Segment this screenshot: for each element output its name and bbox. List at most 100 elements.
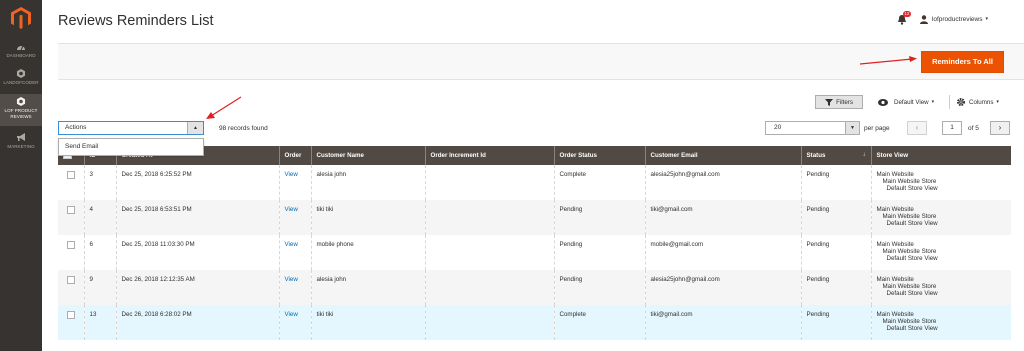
filters-button[interactable]: Filters bbox=[815, 95, 863, 109]
gear-icon bbox=[957, 98, 965, 106]
cell-created-at-text: Dec 26, 2018 12:12:35 AM bbox=[121, 276, 195, 283]
column-header-order[interactable]: Order bbox=[278, 146, 311, 165]
row-checkbox[interactable] bbox=[67, 241, 75, 249]
sidebar-item-landofcoder[interactable]: LANDOFCODER bbox=[0, 69, 42, 91]
page-actions-bar: Reminders To All bbox=[58, 43, 1024, 80]
row-checkbox[interactable] bbox=[67, 206, 75, 214]
store-view-store: Main Website Store bbox=[882, 318, 937, 326]
view-order-link[interactable]: View bbox=[278, 235, 311, 270]
send-email-option[interactable]: Send Email bbox=[65, 143, 98, 150]
table-row[interactable]: 4 Dec 25, 2018 6:53:51 PM View tiki tiki Pen… bbox=[58, 200, 1011, 235]
sidebar-item-dashboard[interactable]: DASHBOARD bbox=[0, 42, 42, 64]
cell-order-increment-id bbox=[424, 165, 554, 200]
chevron-down-icon: ▾ bbox=[985, 16, 988, 22]
cell-id: 4 bbox=[83, 200, 116, 235]
page-number-input[interactable]: 1 bbox=[942, 121, 962, 135]
magento-logo[interactable] bbox=[11, 7, 31, 29]
cell-created-at: Dec 26, 2018 12:12:35 AM bbox=[115, 270, 279, 305]
cell-customer-email: tiki@gmail.com bbox=[644, 200, 801, 235]
cell-created-at: Dec 25, 2018 6:25:52 PM bbox=[115, 165, 279, 200]
cell-customer-email: tiki@gmail.com bbox=[644, 305, 801, 340]
sidebar-item-label: MARKETING bbox=[7, 144, 35, 149]
store-view-default: Default Store View bbox=[886, 185, 938, 193]
store-view-default: Default Store View bbox=[886, 220, 938, 228]
row-select-cell[interactable] bbox=[58, 200, 84, 235]
notifications-button[interactable]: 12 bbox=[897, 10, 911, 25]
next-page-button[interactable]: › bbox=[990, 121, 1010, 135]
chevron-up-icon[interactable]: ▲ bbox=[187, 122, 203, 134]
view-order-link[interactable]: View bbox=[278, 200, 311, 235]
cell-customer-name: alesia john bbox=[310, 165, 425, 200]
cell-status-text: Pending bbox=[806, 241, 830, 248]
cell-store-view: Main Website Main Website Store Default St… bbox=[870, 235, 1011, 270]
cell-order-increment-id bbox=[424, 235, 554, 270]
annotation-arrow bbox=[210, 96, 242, 117]
chevron-down-icon[interactable]: ▼ bbox=[845, 122, 859, 134]
store-view-default: Default Store View bbox=[886, 255, 938, 263]
row-select-cell[interactable] bbox=[58, 235, 84, 270]
view-order-link-text[interactable]: View bbox=[285, 311, 298, 318]
row-checkbox[interactable] bbox=[67, 311, 75, 319]
per-page-select[interactable]: 20 ▼ bbox=[765, 121, 860, 135]
cell-order-status-text: Complete bbox=[559, 171, 586, 178]
records-found: 98 records found bbox=[219, 125, 268, 132]
previous-page-button[interactable]: ‹ bbox=[907, 121, 927, 135]
store-view-store: Main Website Store bbox=[882, 178, 937, 186]
table-row[interactable]: 13 Dec 26, 2018 6:28:02 PM View tiki tiki Co… bbox=[58, 305, 1011, 340]
cell-customer-email: mobile@gmail.com bbox=[644, 235, 801, 270]
sidebar-item-marketing[interactable]: MARKETING bbox=[0, 133, 42, 155]
column-header-order-increment-id[interactable]: Order Increment Id bbox=[424, 146, 554, 165]
view-order-link[interactable]: View bbox=[278, 305, 311, 340]
view-order-link-text[interactable]: View bbox=[285, 276, 298, 283]
cell-customer-name: tiki tiki bbox=[310, 200, 425, 235]
column-header-status-label: Status bbox=[806, 152, 826, 159]
reminders-to-all-button[interactable]: Reminders To All bbox=[921, 51, 1004, 73]
view-order-link-text[interactable]: View bbox=[285, 206, 298, 213]
cell-status: Pending bbox=[800, 305, 871, 340]
row-select-cell[interactable] bbox=[58, 270, 84, 305]
cell-customer-email: alesia25john@gmail.com bbox=[644, 165, 801, 200]
columns-control[interactable]: Columns ▾ bbox=[957, 95, 999, 109]
chevron-down-icon: ▾ bbox=[996, 99, 999, 105]
view-order-link[interactable]: View bbox=[278, 165, 311, 200]
store-view-store: Main Website Store bbox=[882, 213, 937, 221]
table-row[interactable]: 3 Dec 25, 2018 6:25:52 PM View alesia john C… bbox=[58, 165, 1011, 200]
admin-user-bar: 12 lofproductreviews ▾ bbox=[897, 10, 988, 26]
admin-sidebar: DASHBOARD LANDOFCODER LOF PRODUCT REVIEW… bbox=[0, 0, 42, 351]
sidebar-item-lof-product-reviews[interactable]: LOF PRODUCT REVIEWS bbox=[0, 94, 42, 126]
column-header-status[interactable]: Status ↓ bbox=[800, 146, 871, 165]
cell-created-at-text: Dec 25, 2018 6:53:51 PM bbox=[121, 206, 192, 213]
view-label: Default View bbox=[894, 98, 929, 106]
table-row[interactable]: 6 Dec 25, 2018 11:03:30 PM View mobile phon… bbox=[58, 235, 1011, 270]
view-switcher[interactable]: Default View ▾ bbox=[878, 95, 934, 109]
username-link[interactable]: lofproductreviews bbox=[932, 16, 983, 23]
cell-customer-name-text: alesia john bbox=[316, 171, 347, 178]
cell-order-status: Complete bbox=[553, 165, 645, 200]
cell-created-at: Dec 25, 2018 11:03:30 PM bbox=[115, 235, 279, 270]
column-header-customer-name[interactable]: Customer Name bbox=[310, 146, 425, 165]
cell-status-text: Pending bbox=[806, 171, 830, 178]
megaphone-icon bbox=[17, 133, 25, 141]
row-checkbox[interactable] bbox=[67, 276, 75, 284]
row-checkbox[interactable] bbox=[67, 171, 75, 179]
column-header-order-status[interactable]: Order Status bbox=[553, 146, 645, 165]
column-header-customer-email[interactable]: Customer Email bbox=[644, 146, 801, 165]
row-select-cell[interactable] bbox=[58, 165, 84, 200]
chevron-down-icon: ▾ bbox=[931, 99, 935, 105]
reminders-grid: ID Created At Order Customer Name Order … bbox=[58, 146, 1011, 340]
store-view-website: Main Website bbox=[876, 311, 914, 318]
annotation-arrowhead bbox=[206, 112, 215, 119]
cell-status-text: Pending bbox=[806, 206, 830, 213]
cell-status: Pending bbox=[800, 165, 871, 200]
table-row[interactable]: 9 Dec 26, 2018 12:12:35 AM View alesia john… bbox=[58, 270, 1011, 305]
cell-customer-email: alesia25john@gmail.com bbox=[644, 270, 801, 305]
hexagon-icon bbox=[16, 97, 26, 106]
store-view-store: Main Website Store bbox=[882, 248, 937, 256]
view-order-link-text[interactable]: View bbox=[285, 171, 298, 178]
column-header-store-view[interactable]: Store View bbox=[870, 146, 1011, 165]
cell-store-view: Main Website Main Website Store Default St… bbox=[870, 200, 1011, 235]
mass-actions-select[interactable]: Actions ▲ bbox=[58, 121, 204, 135]
view-order-link-text[interactable]: View bbox=[285, 241, 298, 248]
row-select-cell[interactable] bbox=[58, 305, 84, 340]
view-order-link[interactable]: View bbox=[278, 270, 311, 305]
